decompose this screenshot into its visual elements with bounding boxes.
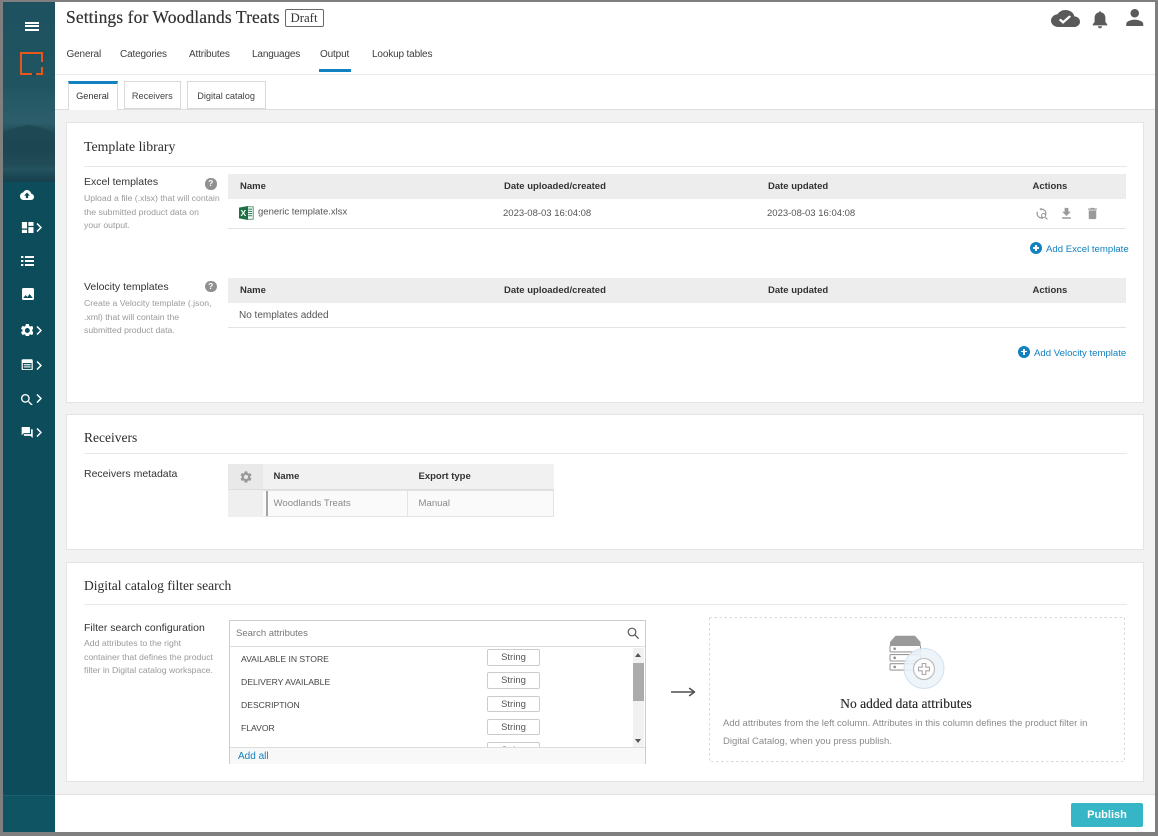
svg-text:X: X <box>240 208 246 218</box>
